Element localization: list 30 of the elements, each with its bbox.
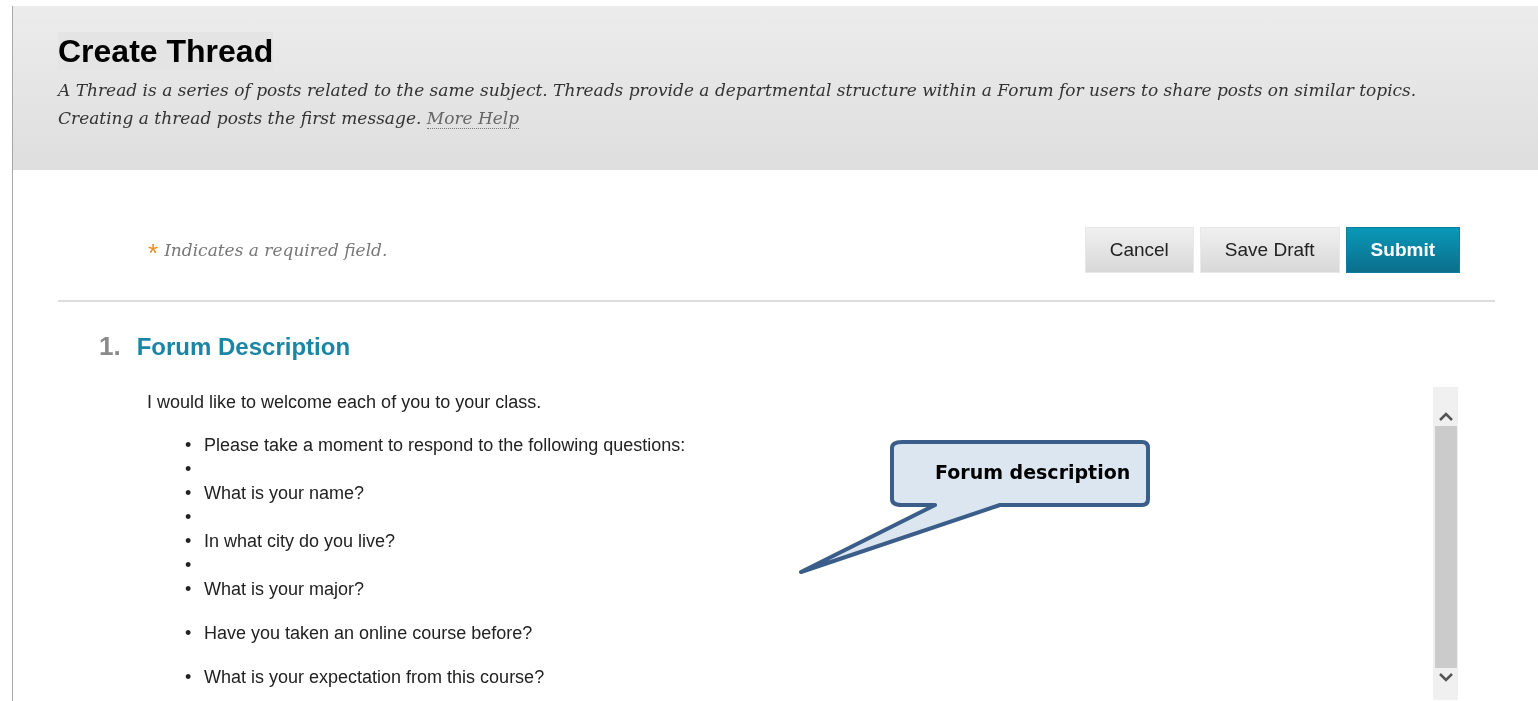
list-item-text: What is your expectation from this course?	[204, 666, 545, 689]
bullet: •	[185, 530, 193, 553]
bullet: •	[185, 554, 193, 577]
scrollbar-thumb[interactable]	[1434, 426, 1457, 668]
more-help-link[interactable]: More Help	[426, 108, 520, 129]
bullet: •	[185, 458, 193, 481]
bullet: •	[185, 482, 193, 505]
list-item-text: Please take a moment to respond to the following questions:	[204, 434, 686, 457]
list-item-text: In what city do you live?	[204, 530, 396, 553]
list-item-text: Have you taken an online course before?	[204, 622, 533, 645]
bullet: •	[185, 622, 193, 645]
callout-label: Forum description	[935, 461, 1131, 483]
scroll-up-icon[interactable]	[1437, 412, 1454, 422]
bullet: •	[185, 578, 193, 601]
bullet: •	[185, 434, 193, 457]
scroll-down-icon[interactable]	[1437, 672, 1454, 682]
list-item-text: What is your major?	[204, 578, 365, 601]
list-item-text: What is your name?	[204, 482, 365, 505]
section-number: 1.	[99, 331, 121, 362]
section-title: Forum Description	[136, 333, 351, 361]
page-description: A Thread is a series of posts related to the same subject. Threads provide a departmental structure within a Forum for users to share posts on similar topics. Creating a thread posts the first message. More Help	[58, 79, 1418, 131]
bullet: •	[185, 666, 193, 689]
form-button[interactable]: Cancel	[1084, 227, 1194, 273]
intro-text: I would like to welcome each of you to your class.	[147, 391, 543, 413]
scrollbar[interactable]	[1433, 387, 1458, 700]
submit-button[interactable]: Submit	[1345, 227, 1460, 273]
required-note: Indicates a required field.	[164, 240, 388, 260]
bullet: •	[185, 506, 193, 529]
form-button[interactable]: Save Draft	[1199, 227, 1340, 273]
required-asterisk: *	[148, 243, 159, 263]
